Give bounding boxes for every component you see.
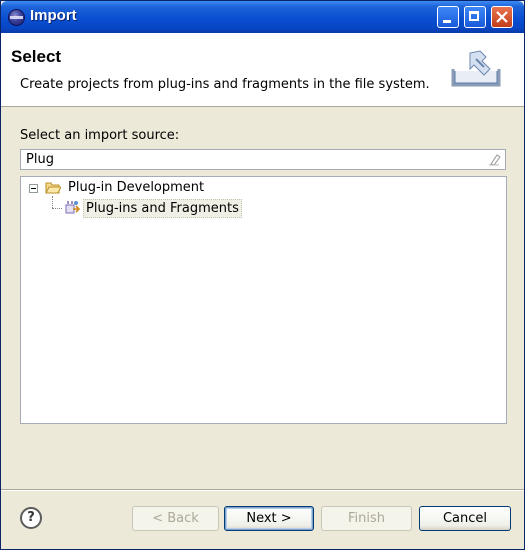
close-icon	[496, 11, 508, 23]
tree-node-plugin-development[interactable]: Plug-in Development	[66, 179, 206, 196]
title-bar[interactable]: Import	[1, 1, 524, 33]
import-source-label: Select an import source:	[20, 128, 180, 143]
next-button[interactable]: Next >	[224, 506, 314, 531]
import-dialog: Import Select Create projects from plug-…	[0, 0, 525, 550]
tree-connector	[52, 196, 53, 208]
plugin-import-icon	[65, 201, 81, 214]
close-button[interactable]	[491, 6, 513, 28]
maximize-button[interactable]	[464, 6, 486, 28]
minimize-button[interactable]	[437, 6, 459, 28]
filter-input[interactable]: Plug	[20, 149, 506, 170]
page-description: Create projects from plug-ins and fragme…	[20, 77, 430, 92]
filter-input-value: Plug	[26, 152, 54, 167]
eclipse-icon	[8, 9, 25, 26]
import-source-tree[interactable]: Plug-in Development Plug-ins and Fragmen…	[20, 176, 507, 424]
clear-filter-icon[interactable]	[488, 153, 501, 166]
help-button[interactable]: ?	[20, 507, 42, 529]
collapse-toggle[interactable]	[29, 184, 38, 193]
window-title: Import	[30, 7, 77, 24]
cancel-button[interactable]: Cancel	[419, 506, 511, 531]
finish-button[interactable]: Finish	[321, 506, 412, 531]
tree-connector	[52, 208, 62, 209]
tree-node-plugins-and-fragments[interactable]: Plug-ins and Fragments	[83, 199, 242, 218]
footer-separator	[1, 489, 524, 491]
import-icon	[451, 50, 501, 87]
back-button[interactable]: < Back	[132, 506, 219, 531]
page-title: Select	[11, 47, 62, 66]
folder-open-icon	[45, 182, 61, 194]
wizard-banner: Select Create projects from plug-ins and…	[1, 33, 524, 107]
